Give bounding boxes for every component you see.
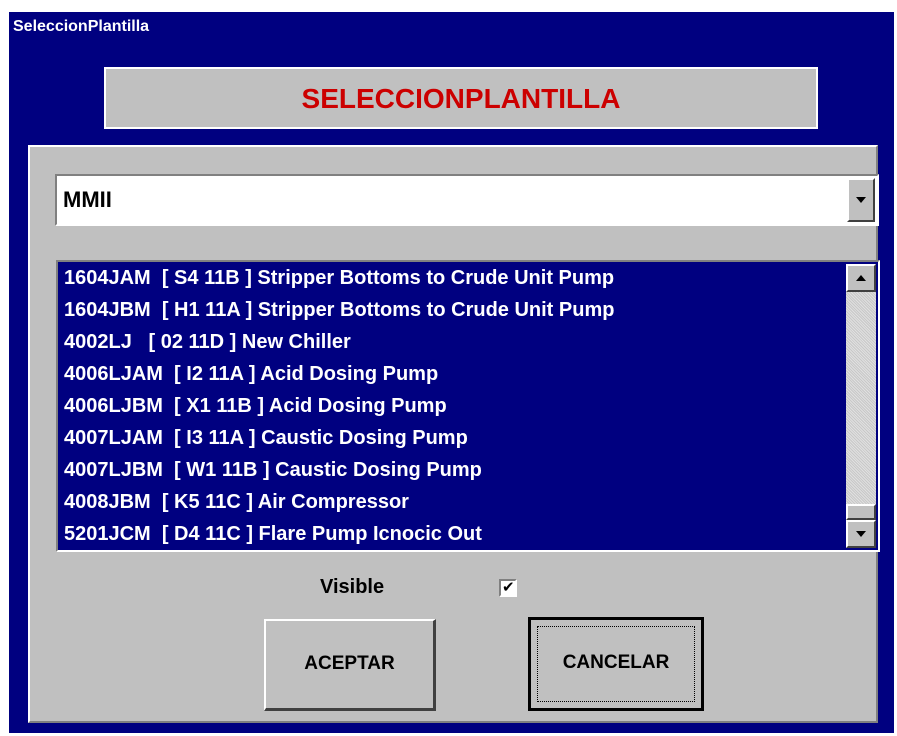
visible-label: Visible <box>320 576 385 598</box>
scroll-up-button[interactable] <box>846 264 876 292</box>
dialog-window: SeleccionPlantilla SELECCIONPLANTILLA MM… <box>9 12 894 733</box>
window-title: SeleccionPlantilla <box>13 18 150 35</box>
list-item[interactable]: 4008JBM [ K5 11C ] Air Compressor <box>58 486 844 518</box>
combobox-dropdown-button[interactable] <box>847 178 875 222</box>
list-item[interactable]: 1604JAM [ S4 11B ] Stripper Bottoms to C… <box>58 262 844 294</box>
list-item[interactable]: 4007LJAM [ I3 11A ] Caustic Dosing Pump <box>58 422 844 454</box>
scroll-down-button[interactable] <box>846 520 876 548</box>
main-panel: MMII 1604JAM [ S4 11B ] Stripper Bottoms… <box>28 145 880 723</box>
cancel-button[interactable]: CANCELAR <box>528 617 704 711</box>
list-items: 1604JAM [ S4 11B ] Stripper Bottoms to C… <box>58 262 844 550</box>
arrow-down-icon <box>856 531 866 537</box>
list-item[interactable]: 4002LJ [ 02 11D ] New Chiller <box>58 326 844 358</box>
accept-button[interactable]: ACEPTAR <box>264 619 436 711</box>
list-item[interactable]: 4006LJAM [ I2 11A ] Acid Dosing Pump <box>58 358 844 390</box>
template-listbox[interactable]: 1604JAM [ S4 11B ] Stripper Bottoms to C… <box>56 260 880 552</box>
arrow-up-icon <box>856 275 866 281</box>
checkmark-icon: ✔ <box>502 578 515 596</box>
scroll-thumb[interactable] <box>846 504 876 520</box>
title-bar[interactable]: SeleccionPlantilla <box>9 12 894 42</box>
cancel-button-label: CANCELAR <box>562 652 670 673</box>
list-item[interactable]: 1604JBM [ H1 11A ] Stripper Bottoms to C… <box>58 294 844 326</box>
header-label: SELECCIONPLANTILLA <box>301 83 621 114</box>
visible-checkbox[interactable]: ✔ <box>499 578 517 597</box>
header-banner: SELECCIONPLANTILLA <box>104 67 818 129</box>
list-item[interactable]: 4007LJBM [ W1 11B ] Caustic Dosing Pump <box>58 454 844 486</box>
combobox-value: MMII <box>63 187 112 212</box>
vertical-scrollbar[interactable] <box>846 264 876 548</box>
list-item[interactable]: 5201JCM [ D4 11C ] Flare Pump Icnocic Ou… <box>58 518 844 550</box>
accept-button-label: ACEPTAR <box>304 653 395 674</box>
template-combobox[interactable]: MMII <box>55 174 879 226</box>
chevron-down-icon <box>856 197 866 203</box>
list-item[interactable]: 4006LJBM [ X1 11B ] Acid Dosing Pump <box>58 390 844 422</box>
